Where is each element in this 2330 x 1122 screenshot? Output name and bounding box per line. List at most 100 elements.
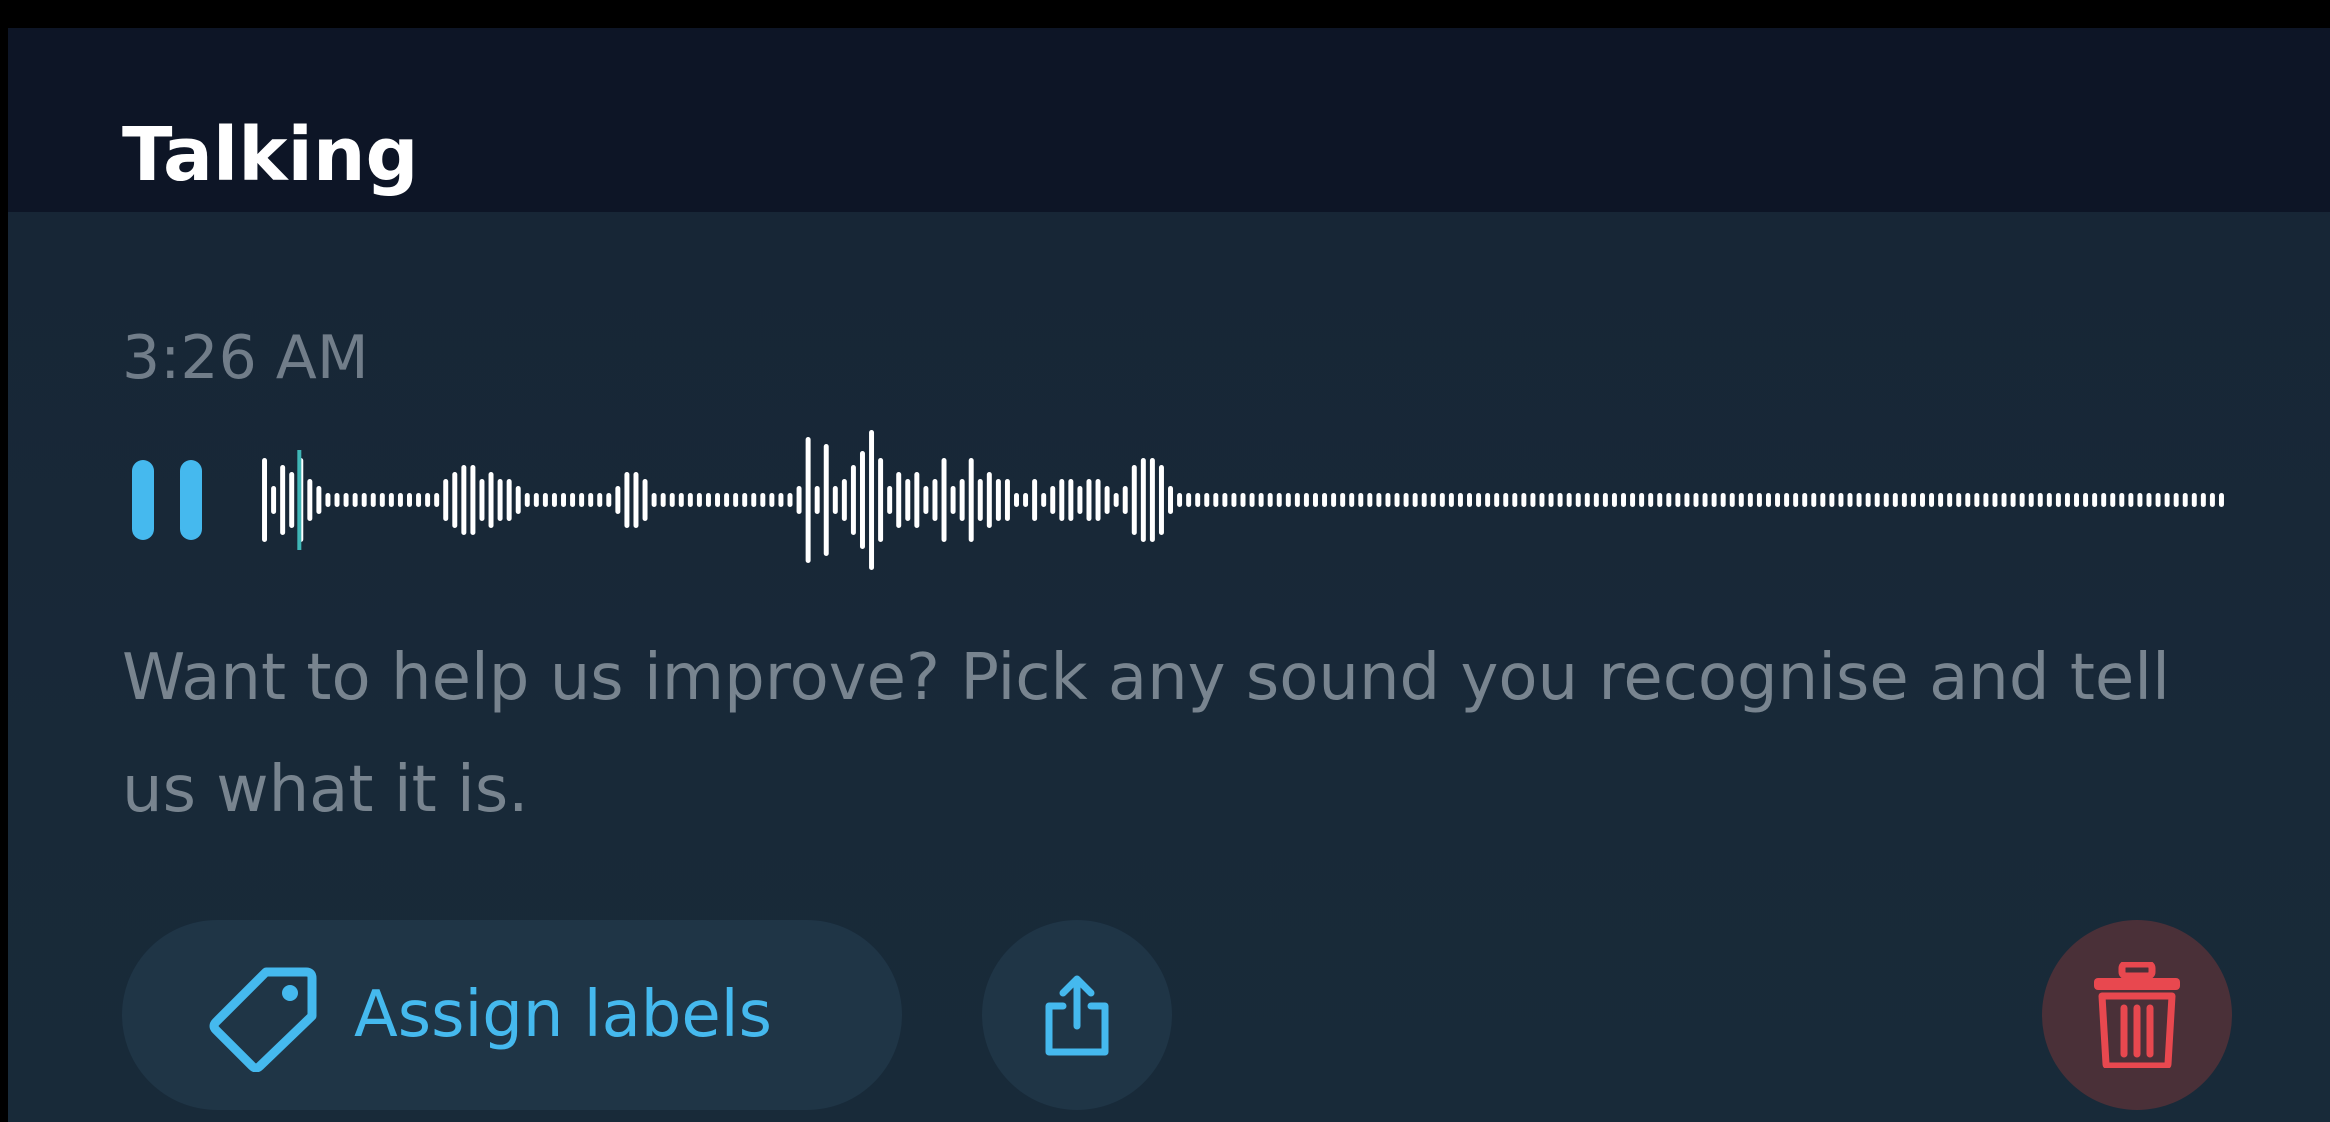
waveform-bar [796, 486, 802, 514]
waveform-bar [1131, 465, 1137, 535]
waveform-bar [1639, 493, 1645, 507]
waveform-bar [1177, 493, 1183, 507]
waveform-bar [633, 472, 639, 528]
waveform-bar [669, 493, 675, 507]
waveform-bar [1947, 493, 1953, 507]
waveform-bar [1240, 493, 1246, 507]
waveform-bar [1666, 493, 1672, 507]
waveform-bar [705, 493, 711, 507]
waveform-bar [1702, 493, 1708, 507]
waveform-bar [1140, 458, 1146, 542]
waveform-bar [2218, 493, 2224, 507]
waveform-bar [1077, 486, 1083, 514]
waveform-bar [1793, 493, 1799, 507]
waveform-bar [506, 479, 512, 521]
waveform-bar [859, 451, 865, 549]
waveform-bar [2046, 493, 2052, 507]
waveform-bar [1041, 493, 1047, 507]
waveform-bar [488, 472, 494, 528]
waveform-bar [1648, 493, 1654, 507]
waveform-bar [1149, 458, 1155, 542]
waveform-bar [561, 493, 566, 507]
waveform-bar [778, 493, 784, 507]
waveform-bar [452, 472, 458, 528]
waveform-bar [742, 493, 748, 507]
waveform-bar [1602, 493, 1608, 507]
waveform-bar [2055, 493, 2061, 507]
waveform-bar [2173, 493, 2179, 507]
audio-waveform[interactable] [260, 430, 2226, 570]
waveform-bar [570, 493, 576, 507]
waveform-bar [841, 479, 847, 521]
waveform-bar [470, 465, 476, 535]
waveform-bar [733, 493, 739, 507]
waveform-bar [262, 458, 268, 542]
waveform-bar [551, 493, 557, 507]
assign-labels-label: Assign labels [354, 978, 772, 1052]
waveform-bar [1756, 493, 1762, 507]
waveform-bar [325, 493, 331, 507]
waveform-bar [995, 479, 1001, 521]
waveform-bar [361, 493, 367, 507]
pause-button[interactable] [126, 460, 208, 540]
waveform-bar [1367, 493, 1373, 507]
waveform-bar [1956, 493, 1962, 507]
waveform-bar [1340, 493, 1346, 507]
share-button[interactable] [982, 920, 1172, 1110]
waveform-bar [524, 493, 530, 507]
waveform-bar [588, 493, 594, 507]
waveform-bar [2182, 493, 2188, 507]
waveform-bar [1611, 493, 1617, 507]
waveform-bar [1394, 493, 1400, 507]
waveform-bar [1747, 493, 1753, 507]
waveform-bar [1122, 486, 1128, 514]
waveform-bar [715, 493, 721, 507]
waveform-bar [379, 493, 385, 507]
waveform-bar [1412, 493, 1418, 507]
waveform-bar [787, 493, 793, 507]
delete-button[interactable] [2042, 920, 2232, 1110]
waveform-bar [1050, 486, 1056, 514]
waveform-bar [2137, 493, 2143, 507]
assign-labels-button[interactable]: Assign labels [122, 920, 902, 1110]
waveform-bar [479, 479, 485, 521]
waveform-bar [1974, 493, 1980, 507]
waveform-bar [687, 493, 693, 507]
waveform-bar [1068, 479, 1074, 521]
waveform-bar [1403, 493, 1409, 507]
waveform-bar [280, 465, 286, 535]
waveform-bar [1856, 493, 1862, 507]
waveform-bar [1657, 493, 1663, 507]
waveform-bar [2037, 493, 2043, 507]
waveform-bar [370, 493, 376, 507]
waveform-bar [1548, 493, 1554, 507]
waveform-bar [760, 493, 766, 507]
waveform-bar [1784, 493, 1790, 507]
waveform-bar [334, 493, 340, 507]
waveform-bar [1566, 493, 1572, 507]
waveform-bar [1186, 493, 1192, 507]
waveform-bar [1331, 493, 1337, 507]
waveform-bar [1539, 493, 1545, 507]
waveform-bar [869, 430, 875, 570]
waveform-bar [1485, 493, 1491, 507]
waveform-bar [434, 493, 440, 507]
waveform-bar [2074, 493, 2079, 507]
waveform-bar [1113, 493, 1119, 507]
waveform-bar [642, 479, 648, 521]
waveform-bar [397, 493, 403, 507]
event-header: Talking [8, 28, 2330, 212]
waveform-bar [832, 486, 838, 514]
waveform-bar [579, 493, 585, 507]
trash-icon [2094, 962, 2180, 1068]
waveform-bar [1104, 486, 1110, 514]
waveform-bar [905, 479, 911, 521]
playhead[interactable] [297, 450, 302, 550]
waveform-bar [1584, 493, 1590, 507]
waveform-bar [416, 493, 422, 507]
waveform-bar [1004, 479, 1010, 521]
waveform-bar [1512, 493, 1518, 507]
waveform-bar [1575, 493, 1581, 507]
waveform-bar [2110, 493, 2116, 507]
waveform-bar [2092, 493, 2098, 507]
